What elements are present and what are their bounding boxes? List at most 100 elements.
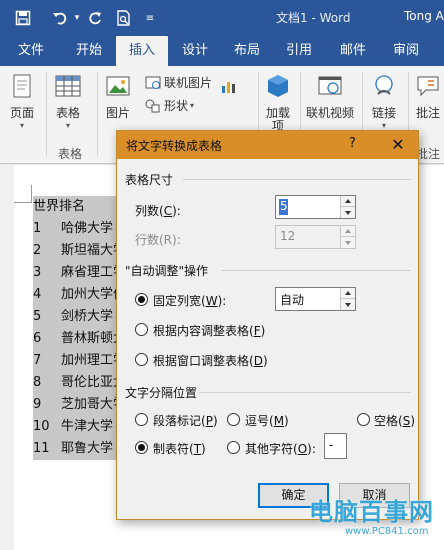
comment-button[interactable]: 批注: [414, 72, 442, 121]
university-name: 哈佛大学: [61, 221, 114, 236]
document-line[interactable]: 10 牛津大学: [33, 416, 118, 438]
undo-dropdown-icon[interactable]: ▾: [71, 0, 83, 36]
university-name: 加州大学伯克利分校: [61, 287, 118, 302]
tab-review[interactable]: 审阅: [381, 36, 431, 66]
chart-button[interactable]: [220, 78, 239, 94]
tab-file[interactable]: 文件: [8, 36, 54, 66]
picture-icon: [106, 76, 130, 96]
dialog-title: 将文字转换成表格: [126, 139, 223, 153]
other-char-label[interactable]: 其他字符(O):: [245, 440, 316, 457]
document-header-line[interactable]: 世界排名: [33, 196, 118, 218]
shapes-button[interactable]: 形状 ▾: [145, 97, 194, 114]
chevron-up-icon: [345, 199, 351, 203]
links-button[interactable]: 链接 ▾: [370, 72, 398, 130]
online-pictures-icon: [145, 76, 161, 89]
university-name: 斯坦福大学: [61, 243, 118, 258]
comma-label[interactable]: 逗号(M): [245, 412, 289, 429]
columns-up-button[interactable]: [340, 196, 355, 207]
autofit-content-radio[interactable]: [135, 323, 148, 336]
fixed-width-radio[interactable]: [135, 293, 148, 306]
rows-value: 12: [280, 229, 296, 243]
online-video-button[interactable]: 联机视频: [306, 72, 354, 121]
other-char-input[interactable]: -: [324, 433, 347, 459]
tab-insert[interactable]: 插入: [116, 36, 168, 66]
columns-stepper[interactable]: 5: [275, 195, 356, 219]
document-line[interactable]: 7 加州理工学院: [33, 350, 118, 372]
tab-home[interactable]: 开始: [62, 36, 116, 66]
chevron-down-icon: ▾: [19, 121, 24, 130]
tab-references[interactable]: 引用: [274, 36, 324, 66]
university-name: 加州理工学院: [61, 353, 118, 368]
table-button[interactable]: 表格 ▾: [54, 72, 82, 130]
tab-design[interactable]: 设计: [170, 36, 220, 66]
rows-down-button: [340, 237, 355, 248]
redo-icon[interactable]: [84, 0, 106, 36]
other-char-radio[interactable]: [227, 441, 240, 454]
paragraph-label[interactable]: 段落标记(P): [153, 412, 218, 429]
chevron-down-icon: [345, 240, 351, 245]
university-name: 麻省理工学院: [61, 265, 118, 280]
pages-button[interactable]: 页面 ▾: [8, 72, 36, 130]
online-pictures-label: 联机图片: [164, 76, 213, 90]
customize-toolbar-icon[interactable]: ≡: [142, 0, 158, 36]
tab-radio[interactable]: [135, 441, 148, 454]
section-divider: [199, 392, 411, 393]
comment-icon: [417, 76, 439, 97]
space-label[interactable]: 空格(S): [374, 412, 415, 429]
document-line[interactable]: 4 加州大学伯克利分校: [33, 284, 118, 306]
section-divider: [221, 270, 411, 271]
autofit-window-label[interactable]: 根据窗口调整表格(D): [153, 352, 268, 369]
ok-button[interactable]: 确定: [258, 483, 329, 508]
tab-layout[interactable]: 布局: [222, 36, 272, 66]
columns-value: 5: [279, 199, 288, 215]
document-line[interactable]: 8 哥伦比亚大学: [33, 372, 118, 394]
online-pictures-button[interactable]: 联机图片: [145, 74, 212, 91]
close-button[interactable]: ✕: [383, 133, 413, 157]
university-name: 剑桥大学: [61, 309, 114, 324]
document-line[interactable]: 11 耶鲁大学: [33, 438, 118, 460]
chart-icon: [222, 82, 235, 93]
user-name[interactable]: Tong A: [404, 9, 444, 23]
online-video-label: 联机视频: [306, 106, 355, 120]
rank-number: 5: [33, 309, 42, 324]
columns-down-button[interactable]: [340, 207, 355, 218]
rows-label: 行数(R):: [135, 233, 181, 247]
save-icon[interactable]: [10, 0, 36, 36]
section-divider: [183, 179, 411, 180]
autofit-content-label[interactable]: 根据内容调整表格(F): [153, 322, 265, 339]
fixed-width-stepper[interactable]: 自动: [275, 287, 356, 311]
fixed-width-label[interactable]: 固定列宽(W):: [153, 292, 226, 309]
autofit-window-radio[interactable]: [135, 353, 148, 366]
undo-icon[interactable]: [48, 0, 72, 36]
tab-label[interactable]: 制表符(T): [153, 440, 206, 457]
document-line[interactable]: 3 麻省理工学院: [33, 262, 118, 284]
document-line[interactable]: 5 剑桥大学: [33, 306, 118, 328]
rank-number: 8: [33, 375, 42, 390]
picture-button[interactable]: 图片: [104, 72, 132, 121]
dialog-title-bar[interactable]: 将文字转换成表格 ? ✕: [117, 131, 418, 159]
document-line[interactable]: 1 哈佛大学: [33, 218, 118, 240]
print-preview-icon[interactable]: [112, 0, 136, 36]
tab-mailings[interactable]: 邮件: [328, 36, 378, 66]
cancel-button[interactable]: 取消: [339, 483, 410, 508]
help-button[interactable]: ?: [349, 136, 356, 151]
document-line[interactable]: 6 普林斯顿大学: [33, 328, 118, 350]
rank-number: 1: [33, 221, 42, 236]
columns-label: 列数(C):: [135, 204, 181, 218]
paragraph-radio[interactable]: [135, 413, 148, 426]
document-line[interactable]: 9 芝加哥大学: [33, 394, 118, 416]
page-icon: [13, 74, 31, 98]
comma-radio[interactable]: [227, 413, 240, 426]
pages-label: 页面: [9, 106, 34, 120]
addins-button[interactable]: 加载 项: [264, 72, 292, 132]
chevron-up-icon: [345, 291, 351, 295]
fixed-width-up-button[interactable]: [340, 288, 355, 299]
fixed-width-down-button[interactable]: [340, 299, 355, 310]
document-line[interactable]: 2 斯坦福大学: [33, 240, 118, 262]
autofit-section-label: "自动调整"操作: [125, 264, 209, 278]
comment-label: 批注: [415, 106, 440, 120]
space-radio[interactable]: [357, 413, 370, 426]
shapes-icon: [145, 99, 160, 112]
table-label: 表格: [55, 106, 80, 120]
university-name: 芝加哥大学: [61, 397, 118, 412]
